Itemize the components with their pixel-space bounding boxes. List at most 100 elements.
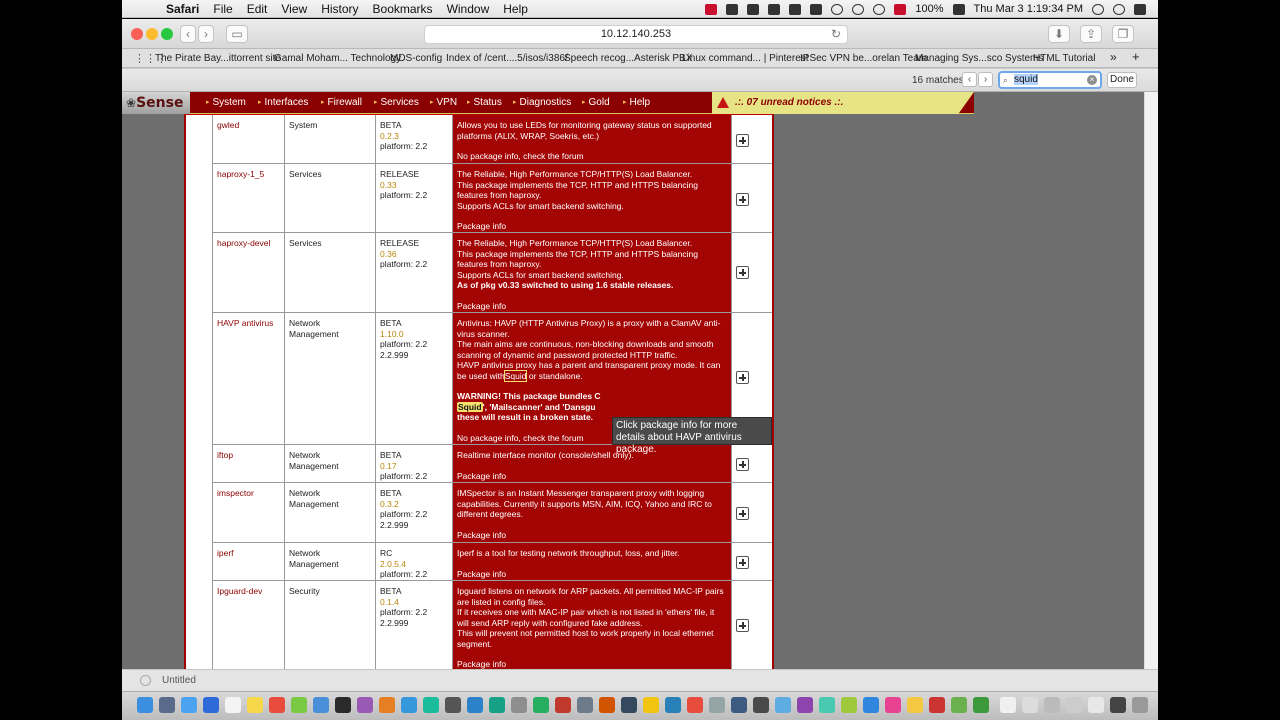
status-icon[interactable] <box>747 3 760 15</box>
package-info-link[interactable]: Package info <box>457 301 727 312</box>
notification-center-icon[interactable] <box>1134 3 1146 15</box>
app-icon[interactable] <box>313 697 329 713</box>
nav-status[interactable]: ▸ Status <box>467 97 502 108</box>
document-icon[interactable] <box>1110 697 1126 713</box>
package-info-link[interactable]: Package info <box>457 221 727 232</box>
status-icon[interactable] <box>831 3 844 15</box>
app-icon[interactable] <box>863 697 879 713</box>
tabs-overview-icon[interactable]: ❐ <box>1112 25 1134 43</box>
clock[interactable]: Thu Mar 3 1:19:34 PM <box>974 3 1083 15</box>
vertical-scrollbar[interactable] <box>1144 92 1158 669</box>
status-icon[interactable] <box>789 3 802 15</box>
status-icon[interactable] <box>810 3 823 15</box>
clear-search-icon[interactable]: × <box>1087 75 1097 85</box>
app-icon[interactable] <box>753 697 769 713</box>
notes-icon[interactable] <box>247 697 263 713</box>
install-package-icon[interactable] <box>736 458 749 471</box>
app-icon[interactable] <box>973 697 989 713</box>
app-icon[interactable] <box>357 697 373 713</box>
app-icon[interactable] <box>797 697 813 713</box>
app-icon[interactable] <box>687 697 703 713</box>
terminal-icon[interactable] <box>335 697 351 713</box>
bookmark-item[interactable]: Gamal Moham... Technology <box>274 53 401 64</box>
bluetooth-icon[interactable] <box>852 3 865 15</box>
close-window-button[interactable] <box>131 28 143 40</box>
nav-services[interactable]: ▸ Services <box>374 97 419 108</box>
app-icon[interactable] <box>269 697 285 713</box>
share-icon[interactable]: ⇪ <box>1080 25 1102 43</box>
reload-icon[interactable]: ↻ <box>831 26 841 43</box>
unread-notices-banner[interactable]: .:. 07 unread notices .:. <box>712 92 974 114</box>
app-icon[interactable] <box>467 697 483 713</box>
trash-icon[interactable] <box>1132 697 1148 713</box>
app-icon[interactable] <box>379 697 395 713</box>
zoom-window-button[interactable] <box>161 28 173 40</box>
install-package-icon[interactable] <box>736 371 749 384</box>
app-icon[interactable] <box>709 697 725 713</box>
spotlight-icon[interactable] <box>1092 3 1104 15</box>
document-icon[interactable] <box>1000 697 1016 713</box>
app-icon[interactable] <box>665 697 681 713</box>
install-package-icon[interactable] <box>736 507 749 520</box>
find-input[interactable]: ⌕ squid × <box>998 71 1102 89</box>
app-icon[interactable] <box>291 697 307 713</box>
status-icon[interactable] <box>726 3 739 15</box>
bookmark-item[interactable]: Index of /cent....5/isos/i386/ <box>446 53 568 64</box>
document-icon[interactable] <box>1088 697 1104 713</box>
pfsense-logo[interactable]: ❀Sense <box>122 92 190 114</box>
app-icon[interactable] <box>489 697 505 713</box>
menu-help[interactable]: Help <box>503 2 528 16</box>
document-icon[interactable] <box>1022 697 1038 713</box>
menu-bookmarks[interactable]: Bookmarks <box>373 2 433 16</box>
app-icon[interactable] <box>599 697 615 713</box>
sidebar-toggle-icon[interactable]: ▭ <box>226 25 248 43</box>
nav-gold[interactable]: ▸ Gold <box>582 97 610 108</box>
nav-diagnostics[interactable]: ▸ Diagnostics <box>513 97 571 108</box>
package-info-link[interactable]: Package info <box>457 569 727 580</box>
find-done-button[interactable]: Done <box>1107 72 1137 88</box>
back-button[interactable]: ‹ <box>180 25 196 43</box>
finder-icon[interactable] <box>137 697 153 713</box>
new-tab-icon[interactable]: + <box>1132 49 1140 64</box>
input-flag-icon[interactable] <box>894 3 907 15</box>
app-icon[interactable] <box>643 697 659 713</box>
launchpad-icon[interactable] <box>159 697 175 713</box>
menu-history[interactable]: History <box>321 2 358 16</box>
bookmark-item[interactable]: Managing Sys...sco Systems <box>915 53 1043 64</box>
downloads-icon[interactable]: ⬇ <box>1048 25 1070 43</box>
install-package-icon[interactable] <box>736 134 749 147</box>
bookmark-item[interactable]: MDS-config <box>390 53 442 64</box>
install-package-icon[interactable] <box>736 266 749 279</box>
package-info-link[interactable]: No package info, check the forum <box>457 151 727 162</box>
install-package-icon[interactable] <box>736 619 749 632</box>
app-icon[interactable] <box>819 697 835 713</box>
app-icon[interactable] <box>533 697 549 713</box>
find-previous-button[interactable]: ‹ <box>962 72 977 87</box>
app-icon[interactable] <box>731 697 747 713</box>
flag-status-icon[interactable] <box>705 3 718 15</box>
app-icon[interactable] <box>907 697 923 713</box>
document-icon[interactable] <box>1066 697 1082 713</box>
battery-percent[interactable]: 100% <box>915 3 943 15</box>
nav-vpn[interactable]: ▸ VPN <box>430 97 457 108</box>
bookmark-item[interactable]: HTML Tutorial <box>1033 53 1095 64</box>
install-package-icon[interactable] <box>736 193 749 206</box>
app-icon[interactable] <box>621 697 637 713</box>
app-icon[interactable] <box>951 697 967 713</box>
nav-help[interactable]: ▸ Help <box>623 97 650 108</box>
status-icon[interactable] <box>768 3 781 15</box>
minimize-window-button[interactable] <box>146 28 158 40</box>
app-icon[interactable] <box>775 697 791 713</box>
app-icon[interactable] <box>511 697 527 713</box>
bookmark-item[interactable]: Speech recog...Asterisk PBX <box>564 53 692 64</box>
forward-button[interactable]: › <box>198 25 214 43</box>
app-icon[interactable] <box>929 697 945 713</box>
document-icon[interactable] <box>1044 697 1060 713</box>
menu-edit[interactable]: Edit <box>247 2 268 16</box>
bookmark-item[interactable]: The Pirate Bay...ittorrent site <box>155 53 281 64</box>
package-info-link[interactable]: Package info <box>457 659 727 669</box>
user-icon[interactable] <box>1113 3 1125 15</box>
mail-icon[interactable] <box>203 697 219 713</box>
app-icon[interactable] <box>555 697 571 713</box>
nav-system[interactable]: ▸ System <box>206 97 246 108</box>
